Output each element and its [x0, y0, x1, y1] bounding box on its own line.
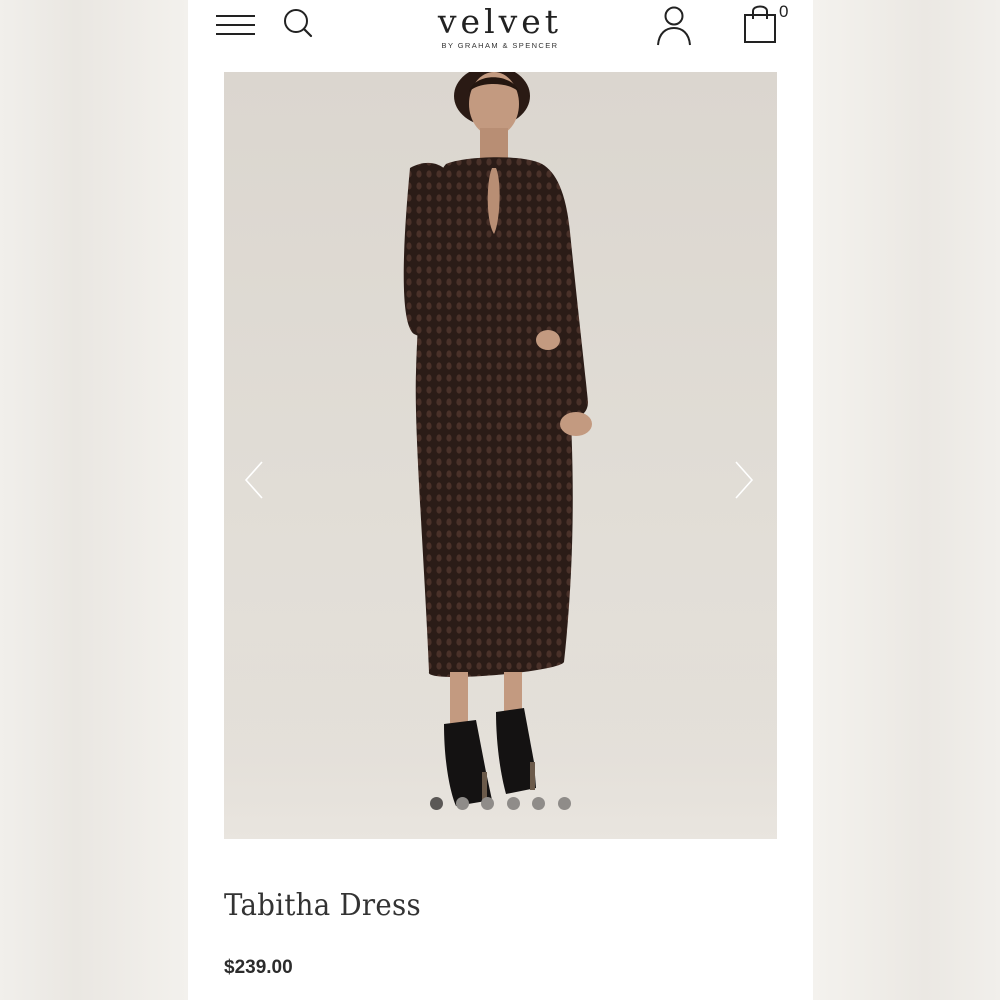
- product-image-gallery[interactable]: [224, 72, 777, 839]
- brand-name: velvet: [437, 2, 563, 41]
- product-photo: [224, 72, 777, 839]
- product-price: $239.00: [224, 957, 293, 978]
- search-icon[interactable]: [282, 6, 316, 40]
- chevron-left-icon[interactable]: [242, 458, 268, 502]
- product-page: velvet BY GRAHAM & SPENCER 0 Tabitha Dre…: [188, 0, 813, 1000]
- background-margin-right: [812, 0, 1000, 1000]
- cart-button[interactable]: 0: [742, 2, 792, 46]
- site-header: velvet BY GRAHAM & SPENCER 0: [188, 0, 813, 72]
- carousel-dot-5[interactable]: [532, 797, 545, 810]
- hamburger-menu-icon[interactable]: [216, 12, 256, 38]
- carousel-dot-6[interactable]: [558, 797, 571, 810]
- carousel-dot-2[interactable]: [456, 797, 469, 810]
- cart-count: 0: [779, 2, 789, 21]
- shopping-bag-icon: [744, 5, 776, 43]
- carousel-dot-3[interactable]: [481, 797, 494, 810]
- brand-logo[interactable]: velvet BY GRAHAM & SPENCER: [420, 2, 580, 50]
- brand-subtitle: BY GRAHAM & SPENCER: [441, 41, 559, 50]
- chevron-right-icon[interactable]: [730, 458, 756, 502]
- carousel-dot-4[interactable]: [507, 797, 520, 810]
- carousel-dot-1[interactable]: [430, 797, 443, 810]
- background-margin-left: [0, 0, 188, 1000]
- user-icon[interactable]: [654, 4, 694, 46]
- product-title: Tabitha Dress: [224, 888, 421, 923]
